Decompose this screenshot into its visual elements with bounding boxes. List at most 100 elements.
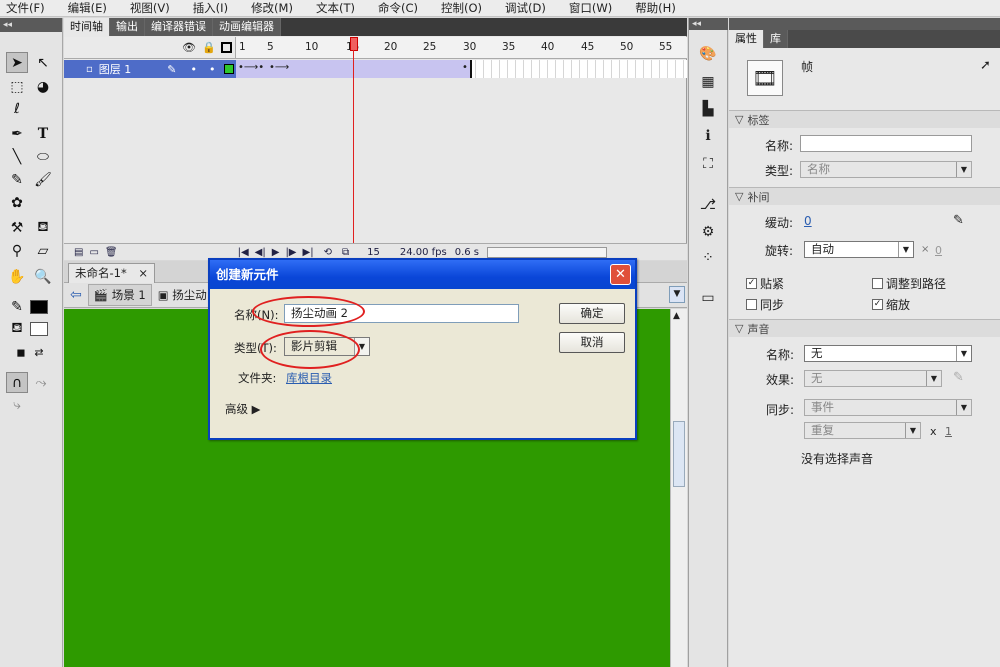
menu-commands[interactable]: 命令(C) — [378, 0, 418, 16]
info-icon[interactable]: ℹ — [697, 126, 719, 146]
close-icon[interactable]: ✕ — [610, 264, 631, 285]
selection-tool-icon[interactable]: ➤ — [6, 52, 28, 73]
ok-button[interactable]: 确定 — [559, 303, 625, 324]
label-name-field[interactable] — [800, 135, 972, 152]
folder-link[interactable]: 库根目录 — [286, 370, 332, 386]
align-icon[interactable]: ▙ — [697, 99, 719, 119]
prev-frame-icon[interactable]: ◀| — [255, 247, 266, 258]
panel-grip[interactable]: ◂◂ — [0, 18, 62, 32]
symbol-breadcrumb[interactable]: ▣ 扬尘动 — [158, 287, 207, 303]
lock-dot[interactable]: • — [209, 63, 216, 76]
label-section[interactable]: ▽ 标签 — [729, 110, 1000, 128]
ease-value[interactable]: 0 — [804, 214, 812, 228]
deco-tool-icon[interactable]: ✿ — [6, 192, 28, 213]
sound-name-dropdown[interactable]: 无 ▼ — [804, 345, 972, 362]
zoom-dropdown-arrow-icon[interactable]: ▼ — [669, 286, 685, 303]
free-transform-tool-icon[interactable]: ⬚ — [6, 76, 28, 97]
fill-color-icon[interactable]: ⛾ — [6, 318, 28, 339]
keyframe-end-icon[interactable]: • — [462, 62, 468, 73]
sync-checkbox[interactable] — [746, 299, 757, 310]
visibility-dot[interactable]: • — [191, 63, 198, 76]
eyedropper-tool-icon[interactable]: ⚲ — [6, 240, 28, 261]
playhead[interactable] — [350, 37, 358, 51]
layer-row[interactable]: ▫ 图层 1 ✎ • • — [64, 60, 236, 78]
tab-timeline[interactable]: 时间轴 — [64, 18, 110, 36]
frame-rate[interactable]: 24.00 fps — [400, 247, 447, 258]
strip-grip[interactable]: ◂◂ — [689, 18, 728, 30]
menu-insert[interactable]: 插入(I) — [193, 0, 228, 16]
pencil-tool-icon[interactable]: ✎ — [6, 169, 28, 190]
last-frame-icon[interactable]: ▶| — [303, 247, 314, 258]
text-tool-icon[interactable]: T — [32, 123, 54, 144]
rotate-count[interactable]: 0 — [935, 244, 942, 257]
smooth-icon[interactable]: ⤳ — [30, 372, 52, 393]
onion-skin-icon[interactable]: ⧉ — [342, 247, 349, 258]
scroll-thumb[interactable] — [673, 421, 685, 487]
eye-icon[interactable]: 👁 — [182, 41, 196, 54]
behaviors-icon[interactable]: ⁘ — [697, 248, 719, 268]
tab-output[interactable]: 输出 — [110, 18, 145, 36]
menu-modify[interactable]: 修改(M) — [251, 0, 293, 16]
subselection-tool-icon[interactable]: ↖ — [32, 52, 54, 73]
lock-icon[interactable]: 🔒 — [202, 41, 216, 54]
actions-icon[interactable]: ⎇ — [697, 195, 719, 215]
eraser-tool-icon[interactable]: ▱ — [32, 240, 54, 261]
scroll-up-icon[interactable]: ▲ — [673, 311, 680, 321]
close-tab-icon[interactable]: × — [138, 266, 148, 280]
scene-breadcrumb[interactable]: 🎬 场景 1 — [87, 284, 152, 306]
stage-vscroll[interactable]: ▲ — [670, 309, 687, 667]
stroke-color-swatch[interactable] — [30, 300, 48, 314]
3d-rotation-tool-icon[interactable]: ◕ — [32, 76, 54, 97]
motion-presets-icon[interactable]: ▭ — [697, 288, 719, 308]
tab-properties[interactable]: 属性 — [729, 30, 764, 48]
ease-edit-icon[interactable]: ✎ — [953, 213, 964, 228]
repeat-dropdown[interactable]: 重复 ▼ — [804, 422, 921, 439]
menu-edit[interactable]: 编辑(E) — [68, 0, 107, 16]
sync-dropdown[interactable]: 事件 ▼ — [804, 399, 972, 416]
repeat-count[interactable]: 1 — [945, 425, 952, 438]
menu-text[interactable]: 文本(T) — [316, 0, 355, 16]
new-layer-icon[interactable]: ▤ — [74, 247, 83, 258]
rotate-dropdown[interactable]: 自动 ▼ — [804, 241, 914, 258]
scale-checkbox[interactable]: ✓ — [872, 299, 883, 310]
oval-tool-icon[interactable]: ⬭ — [32, 146, 54, 167]
help-icon[interactable]: ➚ — [980, 58, 991, 73]
outline-icon[interactable] — [221, 42, 232, 53]
swatches-icon[interactable]: ▦ — [697, 72, 719, 92]
menu-control[interactable]: 控制(O) — [441, 0, 482, 16]
new-folder-icon[interactable]: ▭ — [89, 247, 98, 258]
snap-checkbox[interactable]: ✓ — [746, 278, 757, 289]
hand-tool-icon[interactable]: ✋ — [6, 266, 28, 287]
brush-tool-icon[interactable]: 🖌 — [32, 169, 54, 190]
advanced-toggle[interactable]: 高级 ▶ — [225, 401, 261, 417]
motion-tween-span[interactable]: •⟶• •⟶ • — [236, 60, 472, 78]
line-tool-icon[interactable]: ╲ — [6, 146, 28, 167]
dialog-titlebar[interactable]: 创建新元件 — [210, 260, 635, 289]
zoom-tool-icon[interactable]: 🔍 — [32, 266, 54, 287]
color-panel-icon[interactable]: 🎨 — [697, 44, 719, 64]
outline-color-swatch[interactable] — [223, 64, 234, 74]
menu-window[interactable]: 窗口(W) — [569, 0, 612, 16]
first-frame-icon[interactable]: |◀ — [238, 247, 249, 258]
stroke-color-icon[interactable]: ✎ — [6, 296, 28, 317]
delete-layer-icon[interactable]: 🗑 — [105, 247, 118, 258]
paint-bucket-tool-icon[interactable]: ⛾ — [32, 217, 54, 238]
timeline-hscroll[interactable] — [487, 246, 608, 258]
tab-compiler-errors[interactable]: 编译器错误 — [145, 18, 213, 36]
tab-library[interactable]: 库 — [764, 30, 788, 48]
effect-dropdown[interactable]: 无 ▼ — [804, 370, 942, 387]
tween-section[interactable]: ▽ 补间 — [729, 187, 1000, 205]
frames-row[interactable]: •⟶• •⟶ • — [236, 60, 687, 78]
loop-icon[interactable]: ⟲ — [324, 247, 332, 258]
back-arrow-icon[interactable]: ⇦ — [70, 287, 82, 303]
play-icon[interactable]: ▶ — [272, 247, 280, 258]
fill-color-swatch[interactable] — [30, 322, 48, 336]
document-tab[interactable]: 未命名-1* × — [68, 263, 156, 283]
cancel-button[interactable]: 取消 — [559, 332, 625, 353]
menu-file[interactable]: 文件(F) — [6, 0, 45, 16]
next-frame-icon[interactable]: |▶ — [285, 247, 296, 258]
transform-icon[interactable]: ⛶ — [697, 154, 719, 174]
lasso-tool-icon[interactable]: ℓ — [6, 98, 28, 119]
keyframe-icon[interactable]: •⟶• — [238, 62, 264, 73]
snap-magnet-icon[interactable]: ∩ — [6, 372, 28, 393]
